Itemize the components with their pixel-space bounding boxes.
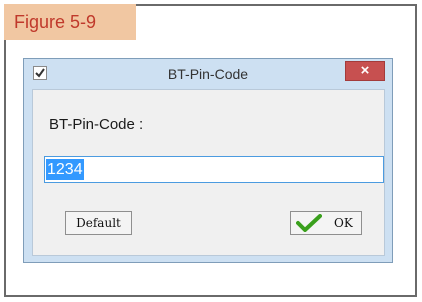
figure-label: Figure 5-9	[4, 4, 136, 40]
close-button[interactable]: ×	[345, 61, 385, 81]
ok-button[interactable]: OK	[290, 211, 362, 235]
dialog-body: BT-Pin-Code : 1234 Default OK	[32, 89, 385, 256]
pin-code-dialog: BT-Pin-Code × BT-Pin-Code : 1234 Default…	[23, 58, 393, 263]
default-button[interactable]: Default	[65, 211, 132, 235]
pin-code-input[interactable]: 1234	[44, 156, 384, 183]
ok-label: OK	[334, 216, 353, 230]
pin-code-label: BT-Pin-Code :	[49, 116, 144, 133]
pin-code-value: 1234	[46, 159, 84, 180]
green-check-icon	[296, 214, 322, 232]
dialog-title: BT-Pin-Code	[167, 66, 249, 82]
dialog-titlebar[interactable]: BT-Pin-Code ×	[24, 59, 392, 89]
close-icon: ×	[360, 62, 370, 79]
